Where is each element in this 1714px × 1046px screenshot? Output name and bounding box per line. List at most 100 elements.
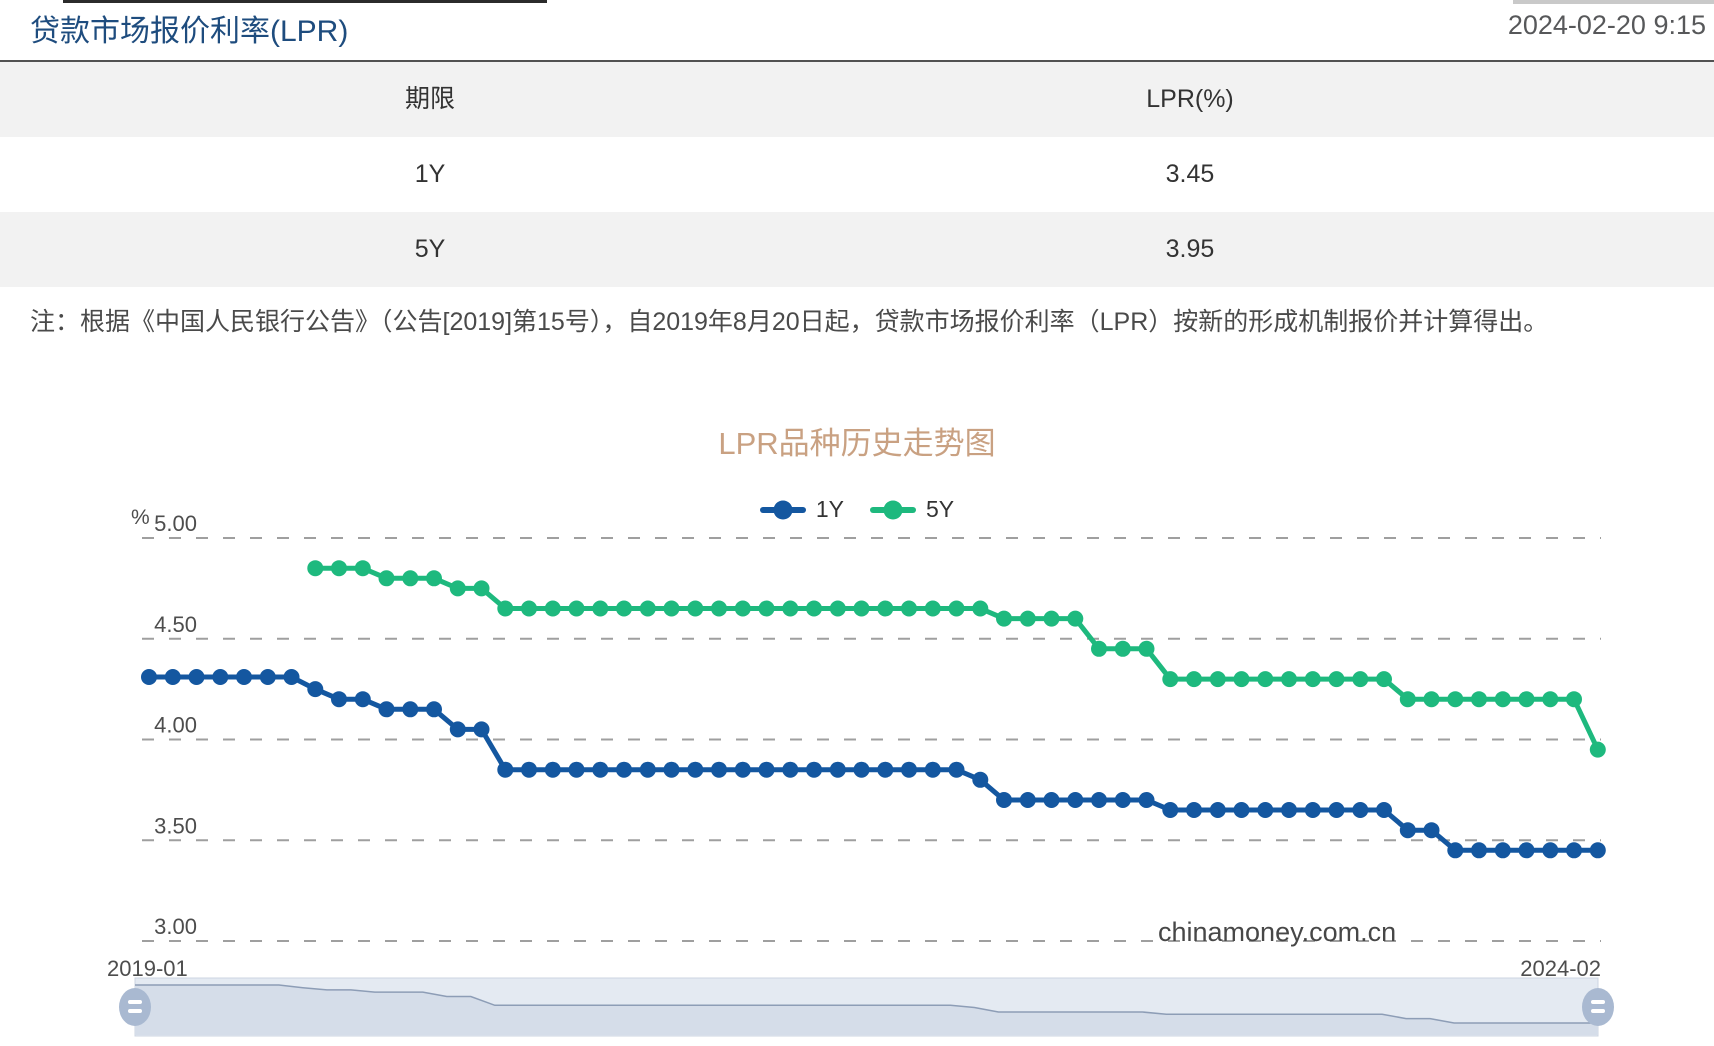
legend-marker-1y [759, 500, 806, 519]
data-point-1y [473, 721, 490, 738]
slider-handle-left[interactable] [119, 988, 151, 1026]
data-point-5y [1518, 691, 1535, 708]
data-point-5y [1043, 610, 1060, 627]
data-point-5y [687, 600, 704, 617]
data-point-1y [1091, 792, 1107, 808]
data-point-5y [1399, 691, 1416, 708]
data-point-5y [1566, 691, 1582, 708]
data-point-1y [806, 761, 822, 778]
data-point-1y [1186, 802, 1202, 818]
chart-legend: 1Y 5Y [0, 496, 1714, 523]
data-point-5y [1281, 671, 1297, 688]
data-point-1y [1589, 842, 1606, 859]
data-point-1y [259, 669, 276, 685]
data-point-5y [924, 600, 941, 617]
data-point-1y [1043, 792, 1060, 808]
data-point-5y [877, 600, 894, 617]
data-point-1y [1304, 802, 1321, 818]
data-point-1y [1542, 842, 1559, 859]
data-point-1y [307, 681, 324, 698]
data-point-1y [188, 669, 205, 685]
data-point-1y [331, 691, 347, 708]
data-zoom-slider[interactable] [119, 977, 1614, 1037]
data-point-1y [924, 761, 941, 778]
data-point-1y [782, 761, 799, 778]
data-point-1y [734, 761, 751, 778]
legend-item-5y[interactable]: 5Y [870, 496, 954, 523]
data-point-1y [378, 701, 395, 718]
data-point-1y [1471, 842, 1487, 859]
data-point-1y [402, 701, 419, 718]
data-point-5y [1019, 610, 1036, 627]
data-point-5y [853, 600, 870, 617]
data-point-5y [1494, 691, 1511, 708]
data-point-5y [782, 600, 799, 617]
data-point-5y [1304, 671, 1321, 688]
slider-handle-right[interactable] [1582, 988, 1614, 1026]
data-point-1y [164, 669, 181, 685]
y-tick-label: 4.00 [154, 713, 197, 738]
data-point-1y [1209, 802, 1226, 818]
x-axis-label-end: 2024-02 [1520, 956, 1601, 981]
data-point-5y [639, 600, 656, 617]
data-point-1y [972, 771, 989, 788]
data-point-1y [1494, 842, 1511, 859]
data-point-1y [236, 669, 252, 685]
data-point-5y [307, 560, 324, 577]
data-point-5y [521, 600, 537, 617]
legend-item-1y[interactable]: 1Y [759, 496, 844, 523]
data-point-1y [1352, 802, 1369, 818]
data-point-5y [473, 580, 490, 597]
data-point-5y [568, 600, 585, 617]
data-point-1y [877, 761, 894, 778]
data-point-5y [948, 600, 965, 617]
data-point-1y [1019, 792, 1036, 808]
data-point-5y [497, 600, 514, 617]
data-point-1y [354, 691, 371, 708]
data-point-5y [806, 600, 822, 617]
data-point-1y [853, 761, 870, 778]
data-point-1y [901, 761, 917, 778]
data-point-5y [1209, 671, 1226, 688]
data-point-5y [449, 580, 466, 597]
data-point-5y [544, 600, 561, 617]
data-point-5y [996, 610, 1012, 627]
data-point-1y [829, 761, 846, 778]
data-point-1y [568, 761, 585, 778]
data-point-5y [711, 600, 727, 617]
legend-label-1y: 1Y [815, 496, 844, 522]
data-point-1y [497, 761, 514, 778]
data-point-5y [378, 570, 395, 587]
data-point-5y [1091, 640, 1107, 657]
data-point-1y [1281, 802, 1297, 818]
data-point-1y [1376, 802, 1392, 818]
data-point-5y [1233, 671, 1250, 688]
data-point-1y [1423, 822, 1440, 839]
data-point-5y [901, 600, 917, 617]
data-point-5y [1376, 671, 1392, 688]
data-point-5y [758, 600, 775, 617]
data-point-1y [1518, 842, 1535, 859]
x-axis-label-start: 2019-01 [107, 956, 188, 981]
data-point-5y [1114, 640, 1131, 657]
data-point-5y [829, 600, 846, 617]
data-point-5y [1423, 691, 1440, 708]
series-line-5y [315, 565, 1601, 751]
data-point-5y [972, 600, 989, 617]
data-point-1y [687, 761, 704, 778]
data-point-1y [1067, 792, 1084, 808]
data-point-5y [1067, 610, 1084, 627]
data-point-5y [1352, 671, 1369, 688]
data-point-5y [1542, 691, 1559, 708]
data-point-5y [331, 560, 347, 577]
data-point-1y [544, 761, 561, 778]
data-point-1y [1399, 822, 1416, 839]
lpr-page: 贷款市场报价利率(LPR) 2024-02-20 9:15 期限 LPR(%) … [0, 0, 1714, 1046]
data-point-1y [711, 761, 727, 778]
data-point-5y [1589, 741, 1606, 758]
data-point-1y [1447, 842, 1464, 859]
data-point-1y [1162, 802, 1179, 818]
data-point-1y [283, 669, 300, 685]
data-point-5y [1162, 671, 1179, 688]
data-point-1y [592, 761, 609, 778]
